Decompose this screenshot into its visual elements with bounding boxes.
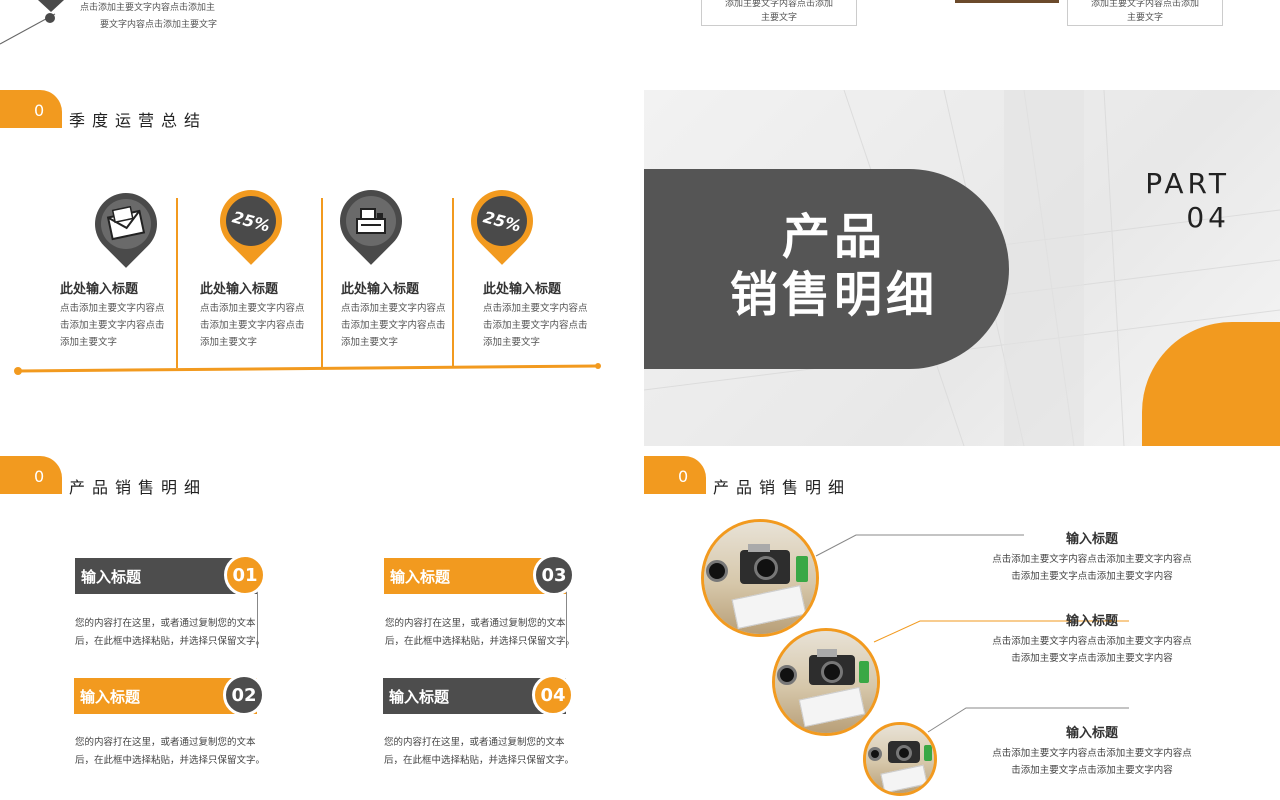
item-1-text: 您的内容打在这里，或者通过复制您的文本 后，在此框中选择粘贴，并选择只保留文字。 [75, 615, 265, 651]
info-3-line2: 击添加主要文字点击添加主要文字内容 [1011, 765, 1173, 776]
item-1-title: 输入标题 [81, 568, 142, 586]
slide-part-04: 产品 销售明细 PART 04 [644, 90, 1280, 446]
divider-1 [176, 198, 178, 368]
timeline [14, 363, 601, 375]
section-number: 0 [34, 101, 45, 120]
slide-sales-items: 0 产品销售明细 输入标题 01 您的内容打在这里，或者通过复制您的文本 后，在… [0, 456, 640, 800]
item-3-text-line1: 您的内容打在这里，或者通过复制您的文本 [385, 618, 566, 629]
pin-percent-1: 25% [207, 177, 295, 265]
part-title: 产品 销售明细 [704, 208, 964, 324]
camera-photo-2 [772, 628, 880, 736]
item-3-text: 您的内容打在这里，或者通过复制您的文本 后，在此框中选择粘贴，并选择只保留文字。 [385, 615, 575, 651]
top-photo-edge [955, 0, 1059, 3]
percent-badge-2: 25% [481, 206, 523, 236]
top-box-1-line1: 添加主要文字内容点击添加 [724, 0, 833, 9]
info-2-line2: 击添加主要文字点击添加主要文字内容 [1011, 653, 1173, 664]
top-box-2-line1: 添加主要文字内容点击添加 [1090, 0, 1199, 9]
item-3-number: 03 [533, 554, 575, 596]
item-1-number: 01 [224, 554, 266, 596]
item-2-text-line2: 后，在此框中选择粘贴，并选择只保留文字。 [75, 755, 266, 766]
pin-percent-2: 25% [458, 177, 546, 265]
section-tab: 0 [0, 90, 62, 128]
item-3-text-line2: 后，在此框中选择粘贴，并选择只保留文字。 [385, 636, 576, 647]
item-2-number: 02 [223, 674, 265, 716]
info-block-3: 输入标题 点击添加主要文字内容点击添加主要文字内容点 击添加主要文字点击添加主要… [984, 722, 1200, 779]
top-box-2: 添加主要文字内容点击添加 主要文字 [1067, 0, 1223, 26]
item-2-title: 输入标题 [80, 688, 141, 706]
section-number: 0 [34, 467, 45, 486]
pin-envelope [82, 180, 170, 268]
info-1-line1: 点击添加主要文字内容点击添加主要文字内容点 [992, 554, 1192, 565]
divider-2 [321, 198, 323, 368]
card-3-text: 点击添加主要文字内容点击添加主要文字内容点击添加主要文字 [341, 303, 446, 348]
part-label: PART 04 [1145, 167, 1230, 235]
item-1-text-line2: 后，在此框中选择粘贴，并选择只保留文字。 [75, 636, 266, 647]
card-2-title: 此处输入标题 [200, 282, 279, 297]
section-title: 季度运营总结 [69, 111, 208, 130]
card-1-text: 点击添加主要文字内容点击添加主要文字内容点击添加主要文字 [60, 303, 165, 348]
top-left-decoration [0, 0, 64, 45]
camera-photo-3 [863, 722, 937, 796]
info-3-line1: 点击添加主要文字内容点击添加主要文字内容点 [992, 748, 1192, 759]
info-1-title: 输入标题 [1065, 532, 1118, 547]
slide-sales-photos: 0 产品销售明细 输入标题 点击添加主要文字内容点击添加主要文字内容点 击添加主… [644, 456, 1280, 800]
info-2-title: 输入标题 [1065, 614, 1118, 629]
top-left-note-line1: 点击添加主要文字内容点击添加主 [80, 3, 216, 13]
top-strip: 点击添加主要文字内容点击添加主 要文字内容点击添加主要文字 添加主要文字内容点击… [0, 0, 1280, 48]
item-2-text-line1: 您的内容打在这里，或者通过复制您的文本 [75, 737, 256, 748]
part-title-line2: 销售明细 [729, 267, 938, 323]
item-2-text: 您的内容打在这里，或者通过复制您的文本 后，在此框中选择粘贴，并选择只保留文字。 [75, 734, 265, 770]
part-title-line1: 产品 [781, 209, 886, 265]
item-4-text-line2: 后，在此框中选择粘贴，并选择只保留文字。 [384, 755, 575, 766]
top-box-1-line2: 主要文字 [760, 13, 797, 23]
section-tab: 0 [0, 456, 62, 494]
cash-register-icon [356, 208, 386, 234]
item-4-text: 您的内容打在这里，或者通过复制您的文本 后，在此框中选择粘贴，并选择只保留文字。 [384, 734, 574, 770]
top-box-1: 添加主要文字内容点击添加 主要文字 [701, 0, 857, 26]
card-1-title: 此处输入标题 [60, 282, 139, 297]
envelope-icon [106, 206, 146, 241]
top-left-note: 点击添加主要文字内容点击添加主 要文字内容点击添加主要文字 [80, 0, 240, 34]
section-title: 产品销售明细 [69, 478, 208, 497]
part-label-line2: 04 [1186, 201, 1230, 234]
item-1-text-line1: 您的内容打在这里，或者通过复制您的文本 [75, 618, 256, 629]
part-label-line1: PART [1145, 167, 1230, 200]
info-1-line2: 击添加主要文字点击添加主要文字内容 [1011, 571, 1173, 582]
card-4-title: 此处输入标题 [483, 282, 562, 297]
camera-photo-1 [701, 519, 819, 637]
info-3-title: 输入标题 [1065, 726, 1118, 741]
item-4-title: 输入标题 [389, 688, 450, 706]
top-left-note-line2: 要文字内容点击添加主要文字 [100, 20, 218, 30]
info-2-line1: 点击添加主要文字内容点击添加主要文字内容点 [992, 636, 1192, 647]
card-3-title: 此处输入标题 [341, 282, 420, 297]
top-box-2-line2: 主要文字 [1126, 13, 1163, 23]
divider-3 [452, 198, 454, 368]
item-4-number: 04 [532, 674, 574, 716]
percent-badge-1: 25% [230, 206, 272, 236]
slide-quarter-summary: 0 季度运营总结 此处输入标题 点击添加主要文字内容点击添加主要文字内容点击添加… [0, 90, 640, 446]
card-4-text: 点击添加主要文字内容点击添加主要文字内容点击添加主要文字 [483, 303, 588, 348]
card-2-text: 点击添加主要文字内容点击添加主要文字内容点击添加主要文字 [200, 303, 305, 348]
pin-register [327, 177, 415, 265]
item-4-text-line1: 您的内容打在这里，或者通过复制您的文本 [384, 737, 565, 748]
info-block-2: 输入标题 点击添加主要文字内容点击添加主要文字内容点 击添加主要文字点击添加主要… [984, 610, 1200, 667]
item-3-title: 输入标题 [390, 568, 451, 586]
info-block-1: 输入标题 点击添加主要文字内容点击添加主要文字内容点 击添加主要文字点击添加主要… [984, 528, 1200, 585]
